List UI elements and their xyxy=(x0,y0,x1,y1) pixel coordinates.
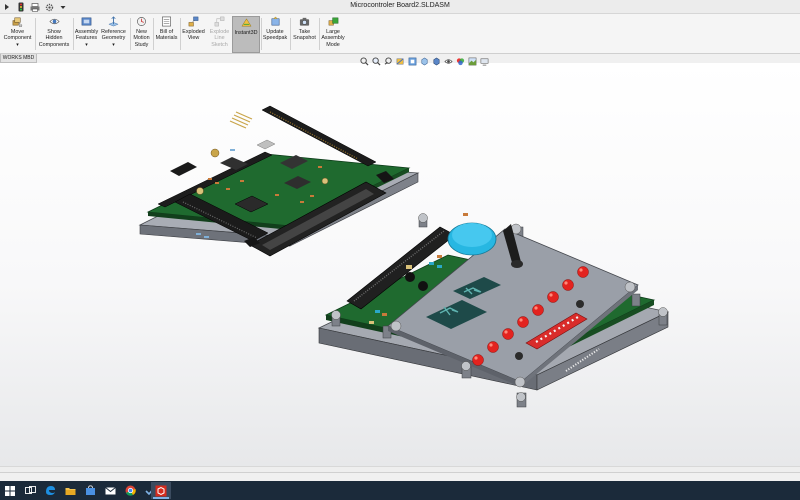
zoom-to-fit-icon[interactable] xyxy=(360,56,369,66)
reference-geometry-label: Reference Geometry xyxy=(101,29,126,42)
left-regulator xyxy=(170,162,197,176)
reference-geometry-button[interactable]: Reference Geometry ▾ xyxy=(99,16,128,53)
take-snapshot-button[interactable]: Take Snapshot xyxy=(291,16,318,53)
explode-line-sketch-icon xyxy=(214,16,225,27)
tab-mbd[interactable]: WORKS MBD xyxy=(0,54,37,63)
camera-icon xyxy=(299,17,310,26)
bill-of-materials-label: Bill of Materials xyxy=(155,29,178,42)
instant3d-icon xyxy=(241,18,251,27)
instant3d-button[interactable]: Instant3D xyxy=(232,16,260,53)
push-button xyxy=(515,352,523,360)
ribbon-separator xyxy=(35,18,36,50)
display-style-icon[interactable] xyxy=(432,57,441,66)
large-assembly-mode-button[interactable]: Large Assembly Mode xyxy=(320,16,346,53)
apply-scene-icon[interactable] xyxy=(468,57,477,66)
move-component-label: Move Component xyxy=(3,29,32,42)
reference-geometry-dropdown-icon[interactable]: ▾ xyxy=(112,42,115,48)
new-motion-study-button[interactable]: New Motion Study xyxy=(131,16,152,53)
move-component-dropdown-icon[interactable]: ▾ xyxy=(16,42,19,48)
exploded-view-icon xyxy=(188,16,199,27)
zoom-to-area-icon[interactable] xyxy=(372,56,381,66)
windows-taskbar xyxy=(0,481,800,500)
reference-geometry-icon xyxy=(108,16,119,27)
windows-start-icon[interactable] xyxy=(0,482,20,499)
section-view-icon[interactable] xyxy=(396,57,405,66)
store-icon[interactable] xyxy=(80,482,100,499)
exploded-view-label: Exploded View xyxy=(182,29,205,42)
edge-browser-icon[interactable] xyxy=(40,482,60,499)
large-assembly-mode-icon xyxy=(328,17,338,26)
previous-view-icon[interactable] xyxy=(384,56,393,66)
show-hidden-icon xyxy=(48,18,60,25)
update-speedpak-label: Update Speedpak xyxy=(262,29,288,42)
assembly-features-dropdown-icon[interactable]: ▾ xyxy=(85,42,88,48)
left-capacitor xyxy=(196,187,204,195)
move-component-button[interactable]: Move Component ▾ xyxy=(2,16,33,53)
heads-up-view-toolbar xyxy=(360,56,492,66)
update-speedpak-button[interactable]: Update Speedpak xyxy=(262,16,288,53)
title-bar: Microcontroler Board2.SLDASM xyxy=(0,0,800,14)
motion-study-icon xyxy=(137,17,146,26)
explode-line-sketch-label: Explode Line Sketch xyxy=(209,29,230,48)
file-explorer-icon[interactable] xyxy=(60,482,80,499)
chrome-icon[interactable] xyxy=(120,482,140,499)
large-assembly-mode-label: Large Assembly Mode xyxy=(321,29,345,48)
assembly-features-label: Assembly Features xyxy=(74,29,99,42)
bill-of-materials-button[interactable]: Bill of Materials xyxy=(154,16,179,53)
potentiometer-base xyxy=(511,260,523,268)
hide-show-items-icon[interactable] xyxy=(444,57,453,66)
mail-icon[interactable] xyxy=(100,482,120,499)
view-settings-icon[interactable] xyxy=(480,57,489,66)
graphics-area[interactable] xyxy=(0,63,800,466)
left-crystal xyxy=(256,139,276,150)
view-orientation-icon[interactable] xyxy=(420,57,429,66)
edit-appearance-icon[interactable] xyxy=(456,57,465,66)
window-title: Microcontroler Board2.SLDASM xyxy=(350,2,450,9)
take-snapshot-label: Take Snapshot xyxy=(293,29,316,42)
move-component-icon xyxy=(12,17,23,27)
command-manager-ribbon: Move Component ▾ Show Hidden Components … xyxy=(0,14,800,54)
buzzer-top xyxy=(452,223,492,247)
status-bar xyxy=(0,472,800,481)
new-motion-study-label: New Motion Study xyxy=(133,29,150,48)
solidworks-icon[interactable] xyxy=(151,482,171,499)
dynamic-annotation-icon[interactable] xyxy=(408,57,417,66)
show-hidden-components-button[interactable]: Show Hidden Components xyxy=(37,16,71,53)
left-capacitor xyxy=(210,148,220,158)
left-capacitor xyxy=(321,177,329,185)
assembly-features-button[interactable]: Assembly Features ▾ xyxy=(74,16,99,53)
right-board-assembly[interactable] xyxy=(317,213,670,408)
push-button xyxy=(576,300,584,308)
assembly-features-icon xyxy=(81,17,92,26)
update-speedpak-icon xyxy=(271,16,279,26)
solidworks-window: Microcontroler Board2.SLDASM Move Compon… xyxy=(0,0,800,500)
exploded-view-button[interactable]: Exploded View xyxy=(181,16,206,53)
bill-of-materials-icon xyxy=(162,16,171,27)
assembly-model[interactable] xyxy=(0,63,800,466)
left-board-assembly[interactable] xyxy=(138,105,420,257)
instant3d-label: Instant3D xyxy=(234,30,258,36)
left-pin-header xyxy=(229,111,253,129)
explode-line-sketch-button[interactable]: Explode Line Sketch xyxy=(207,16,232,53)
task-view-icon[interactable] xyxy=(20,482,40,499)
show-hidden-label: Show Hidden Components xyxy=(38,29,70,48)
